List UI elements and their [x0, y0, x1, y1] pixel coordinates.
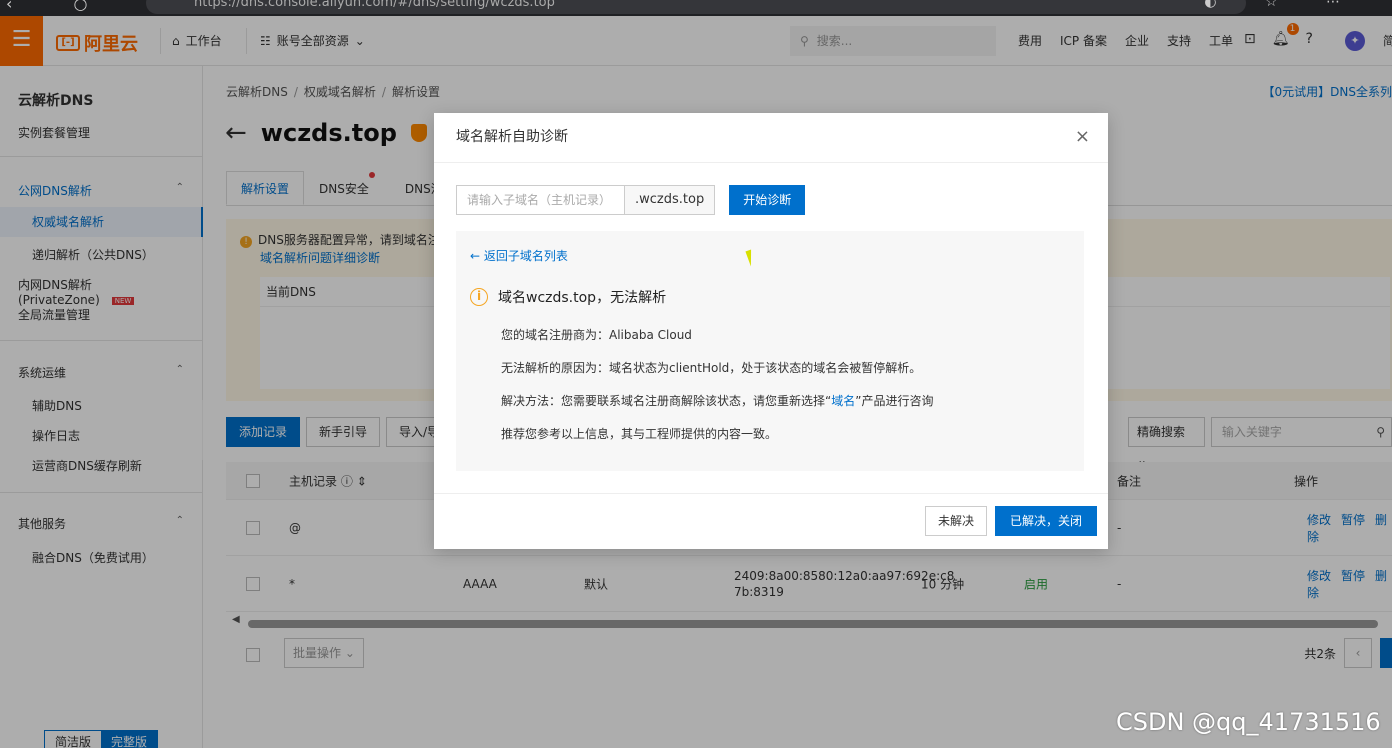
unsolved-button[interactable]: 未解决: [925, 506, 988, 536]
watermark: CSDN @qq_41731516: [1116, 708, 1381, 736]
browser-bar: ‹ ○ ⊞ https://dns.console.aliyun.com/#/d…: [0, 0, 1392, 16]
start-diagnosis-button[interactable]: 开始诊断: [729, 185, 806, 215]
info-icon: i: [470, 288, 488, 306]
registrar-line: 您的域名注册商为：Alibaba Cloud: [501, 328, 692, 342]
result-heading: i 域名wczds.top，无法解析: [470, 287, 666, 307]
note-line: 推荐您参考以上信息，其与工程师提供的内容一致。: [501, 427, 778, 441]
browser-right-icons[interactable]: ◐ ☆ ⋯: [1204, 0, 1362, 10]
arrow-left-icon: ←: [470, 249, 484, 263]
address-bar[interactable]: https://dns.console.aliyun.com/#/dns/set…: [146, 0, 1246, 14]
diagnosis-result: ← 返回子域名列表 i 域名wczds.top，无法解析 您的域名注册商为：Al…: [456, 231, 1084, 471]
back-to-subdomain-list-link[interactable]: ← 返回子域名列表: [470, 247, 568, 264]
domain-product-link[interactable]: 域名: [831, 394, 855, 408]
diagnosis-dialog: 域名解析自助诊断 × 请输入子域名（主机记录） .wczds.top 开始诊断 …: [434, 113, 1108, 549]
domain-suffix: .wczds.top: [625, 185, 716, 215]
solved-close-button[interactable]: 已解决，关闭: [995, 506, 1098, 536]
dialog-title: 域名解析自助诊断: [456, 129, 568, 145]
solution-line: 解决方法：您需要联系域名注册商解除该状态，请您重新选择“域名”产品进行咨询: [501, 392, 933, 409]
solution-text: ”产品进行咨询: [855, 394, 934, 408]
dialog-footer: 未解决 已解决，关闭: [434, 493, 1108, 549]
subdomain-input[interactable]: 请输入子域名（主机记录）: [456, 185, 625, 215]
solution-text: 解决方法：您需要联系域名注册商解除该状态，请您重新选择“: [501, 394, 832, 408]
close-icon[interactable]: ×: [1075, 113, 1090, 161]
reason-line: 无法解析的原因为：域名状态为clientHold，处于该状态的域名会被暂停解析。: [501, 361, 922, 375]
dialog-header: 域名解析自助诊断 ×: [434, 113, 1108, 163]
diagnose-form: 请输入子域名（主机记录） .wczds.top 开始诊断: [456, 185, 806, 215]
back-link-label: 返回子域名列表: [483, 249, 568, 263]
result-title: 域名wczds.top，无法解析: [498, 290, 667, 306]
